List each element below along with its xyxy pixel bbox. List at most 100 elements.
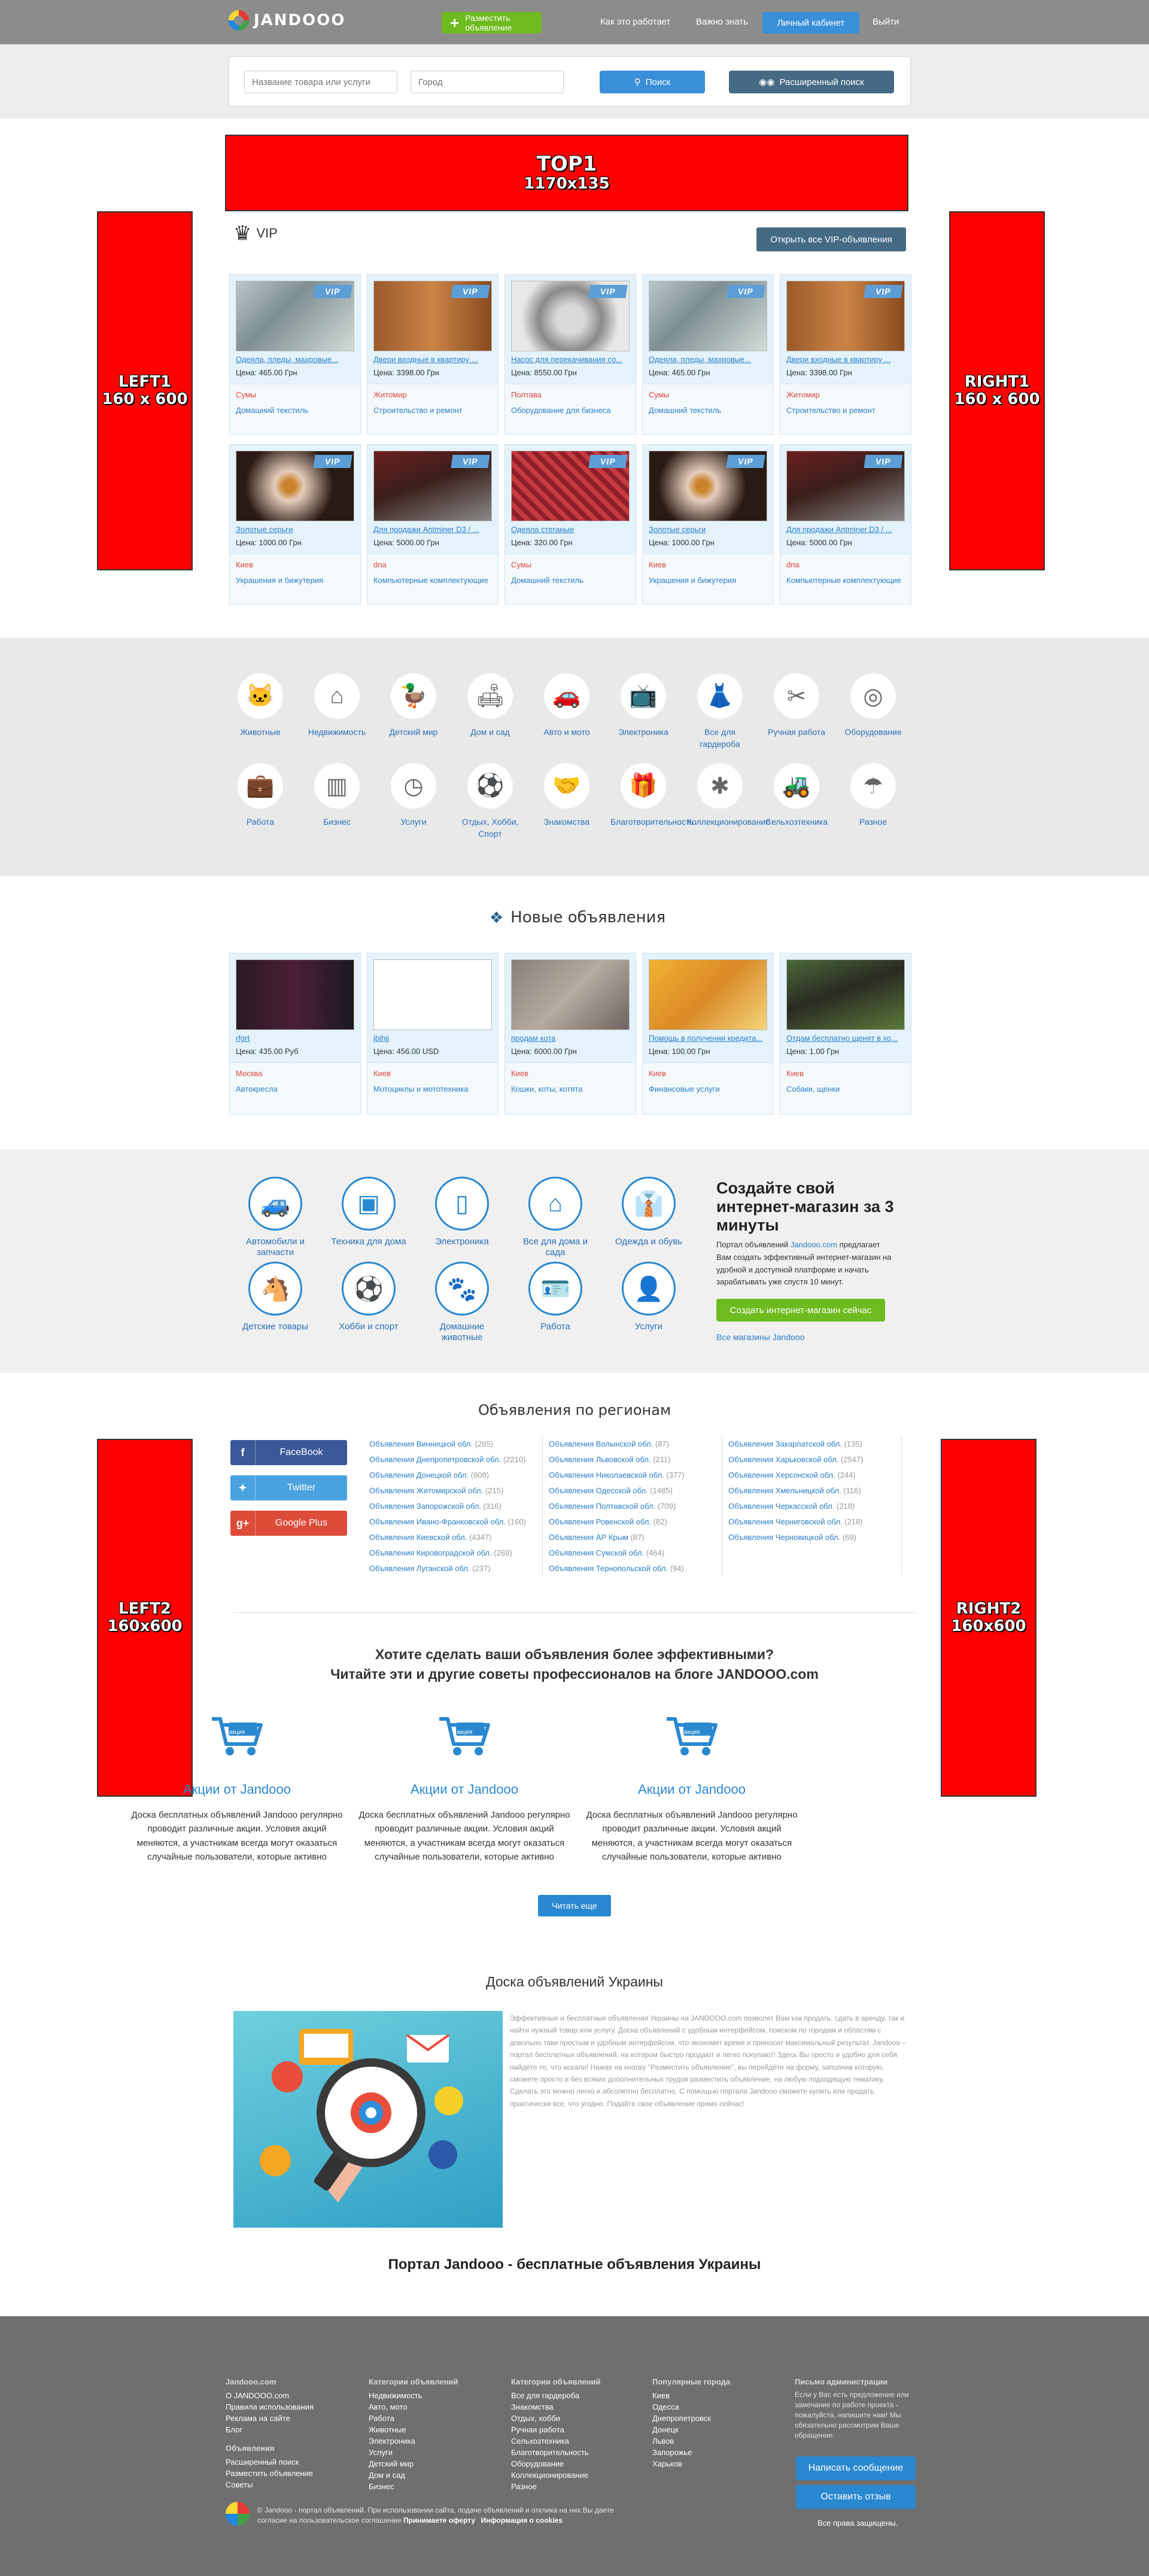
new-ad-card[interactable]: Отдам бесплатно щенят в хо... Цена: 1.00 … [780,953,911,1114]
footer-link[interactable]: Реклама на сайте [226,2413,314,2424]
footer-link[interactable]: Оборудование [511,2458,600,2469]
category-item[interactable]: 🐱 Животные [227,673,293,738]
footer-link[interactable]: Электроника [369,2435,458,2447]
region-link[interactable]: Объявления Донецкой обл. (908) [369,1468,542,1483]
region-link[interactable]: Объявления Сумской обл. (464) [549,1545,722,1561]
category-item[interactable]: 🤝 Знакомства [534,763,600,828]
shop-category[interactable]: 👔 Одежда и обувь [610,1177,688,1247]
new-ad-category[interactable]: Финансовые услуги [649,1085,720,1093]
region-link[interactable]: Объявления Ивано-Франковской обл. (160) [369,1514,542,1530]
vip-card[interactable]: VIP Для продажи Antminer D3 / ... Цена: 50… [780,444,911,604]
vip-card-title[interactable]: Золотые серьги [236,525,355,534]
vip-card-category[interactable]: Строительство и ремонт [373,406,463,415]
category-item[interactable]: 🛋 Дом и сад [457,673,523,738]
vip-card-image[interactable]: VIP [236,281,354,351]
category-item[interactable]: ✂ Ручная работа [764,673,829,738]
footer-link[interactable]: Правила использования [226,2401,314,2413]
google-plus-button[interactable]: g+ Google Plus [230,1511,347,1536]
new-ad-title[interactable]: rfgrt [236,1034,355,1043]
twitter-button[interactable]: ✦ Twitter [230,1475,347,1500]
category-item[interactable]: ⚽ Отдых, Хобби, Спорт [457,763,523,840]
new-ad-image[interactable] [511,959,630,1030]
region-link[interactable]: Объявления Волынской обл. (87) [549,1436,722,1452]
vip-card-image[interactable]: VIP [373,281,492,351]
vip-card[interactable]: VIP Золотые серьги Цена: 1000.00 Грн Киев Ук… [229,444,361,604]
vip-card-title[interactable]: Одеяла, пледы, махровые... [236,355,355,364]
category-item[interactable]: ◷ Услуги [381,763,446,828]
region-link[interactable]: Объявления Львовской обл. (211) [549,1452,722,1468]
promo-title[interactable]: Акции от Jandooo [126,1782,348,1797]
footer-link[interactable]: Коллекционирование [511,2469,600,2481]
vip-card-title[interactable]: Для продажи Antminer D3 / ... [786,525,906,534]
vip-card[interactable]: VIP Одеяла, пледы, махровые... Цена: 465.0… [642,274,774,435]
new-ad-image[interactable] [649,959,767,1030]
vip-card-title[interactable]: Насос для перекачивания со... [511,355,631,364]
vip-card-image[interactable]: VIP [511,281,630,351]
vip-card-category[interactable]: Строительство и ремонт [786,406,876,415]
footer-link[interactable]: Работа [369,2413,458,2424]
footer-link[interactable]: Запорожье [652,2447,730,2458]
footer-link[interactable]: Днепропетровск [652,2413,730,2424]
footer-link[interactable]: Бизнес [369,2481,458,2492]
vip-card-category[interactable]: Украшения и бижутерия [649,576,736,585]
region-link[interactable]: Объявления Днепропетровской обл. (2210) [369,1452,542,1468]
leave-review-button[interactable]: Оставить отзыв [796,2485,916,2509]
vip-card-title[interactable]: Золотые серьги [649,525,768,534]
region-link[interactable]: Объявления Винницкой обл. (265) [369,1436,542,1452]
region-link[interactable]: Объявления Тернопольской обл. (94) [549,1561,722,1576]
category-item[interactable]: 🎁 Благотворительность [610,763,694,828]
shop-category[interactable]: ▯ Электроника [423,1177,501,1247]
region-link[interactable]: Объявления Закарпатской обл. (135) [728,1436,901,1452]
vip-card-image[interactable]: VIP [373,451,492,521]
new-ad-card[interactable]: Помощь в получении кредита... Цена: 100.0… [642,953,774,1114]
footer-link[interactable]: Авто, мото [369,2401,458,2413]
shop-category[interactable]: ⚽ Хобби и спорт [330,1262,408,1332]
vip-card-image[interactable]: VIP [649,451,767,521]
region-link[interactable]: Объявления Луганской обл. (237) [369,1561,542,1576]
footer-link[interactable]: Детский мир [369,2458,458,2469]
category-item[interactable]: 🚗 Авто и мото [534,673,600,738]
new-ad-title[interactable]: jbjhjj [373,1034,493,1043]
footer-link[interactable]: Советы [226,2479,314,2490]
new-ad-image[interactable] [786,959,905,1030]
region-link[interactable]: Объявления Кировоградской обл. (269) [369,1545,542,1561]
region-link[interactable]: Объявления АР Крым (87) [549,1530,722,1545]
vip-card-category[interactable]: Компьютерные комплектующие [373,576,488,585]
region-link[interactable]: Объявления Харьковской обл. (2547) [728,1452,901,1468]
shop-category[interactable]: 🐴 Детские товары [236,1262,314,1332]
footer-link[interactable]: Донецк [652,2424,730,2435]
vip-card-image[interactable]: VIP [786,281,905,351]
site-logo[interactable]: JANDOOO [229,8,345,32]
promo-title[interactable]: Акции от Jandooo [581,1782,803,1797]
footer-link[interactable]: Разное [511,2481,600,2492]
write-message-button[interactable]: Написать сообщение [796,2456,916,2480]
new-ad-image[interactable] [236,959,354,1030]
banner-right1[interactable]: RIGHT1 160 x 600 [949,211,1045,570]
region-link[interactable]: Объявления Черкасской обл. (218) [728,1499,901,1514]
category-item[interactable]: 👗 Все для гардероба [687,673,753,751]
vip-card-image[interactable]: VIP [511,451,630,521]
region-link[interactable]: Объявления Хмельницкой обл. (116) [728,1483,901,1499]
vip-card-title[interactable]: Одеяла, пледы, махровые... [649,355,768,364]
category-item[interactable]: ⌂ Недвижимость [304,673,370,738]
new-ad-title[interactable]: Помощь в получении кредита... [649,1034,768,1043]
footer-link[interactable]: Харьков [652,2458,730,2469]
footer-link[interactable]: Львов [652,2435,730,2447]
banner-left1[interactable]: LEFT1 160 x 600 [97,211,193,570]
new-ad-card[interactable]: rfgrt Цена: 435.00 Руб Москва Автокресла [229,953,361,1114]
vip-card-image[interactable]: VIP [786,451,905,521]
category-item[interactable]: ✱ Коллекционирование [687,763,770,828]
cookie-link[interactable]: Информация о cookies [481,2516,563,2525]
region-link[interactable]: Объявления Черновицкой обл. (69) [728,1530,901,1545]
advanced-search-button[interactable]: ◉◉ Расширенный поиск [729,71,894,93]
footer-link[interactable]: Разместить объявление [226,2468,314,2479]
vip-card[interactable]: VIP Одеяла, пледы, махровые... Цена: 465.0… [229,274,361,435]
shop-category[interactable]: 🪪 Работа [516,1262,594,1332]
new-ad-category[interactable]: Кошки, коты, котята [511,1085,583,1093]
category-item[interactable]: ▥ Бизнес [304,763,370,828]
facebook-button[interactable]: f FaceBook [230,1440,347,1465]
footer-link[interactable]: Ручная работа [511,2424,600,2435]
new-ad-image[interactable] [373,959,492,1030]
region-link[interactable]: Объявления Николаевской обл. (377) [549,1468,722,1483]
create-shop-button[interactable]: Создать интернет-магазин сейчас [716,1299,885,1322]
